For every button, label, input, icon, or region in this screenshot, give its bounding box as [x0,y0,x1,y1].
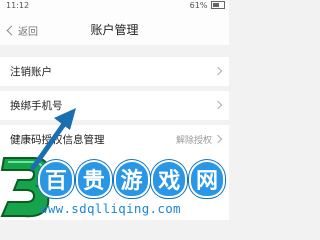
row-value: 解除授权 [175,136,212,146]
battery-percent: 61% [189,1,208,10]
row-cancel-account[interactable]: 注销账户 [0,57,229,86]
chevron-right-icon [213,66,223,76]
row-change-phone[interactable]: 换绑手机号 [0,91,229,120]
watermark-title: 百 贵 游 戏 网 [40,162,229,198]
watermark-char: 贵 [77,162,110,196]
status-time: 11:12 [6,1,30,10]
watermark-url: www.sdqlliqing.com [40,201,181,216]
nav-bar: 返回 账户管理 [0,13,229,45]
page-title: 账户管理 [90,23,139,37]
row-label: 健康码授权信息管理 [10,134,105,146]
row-label: 注销账户 [10,66,52,78]
watermark-char: 游 [115,162,148,196]
status-bar: 11:12 61% [0,0,229,13]
watermark-char: 戏 [153,162,186,196]
chevron-right-icon [213,134,223,144]
row-label: 换绑手机号 [10,100,63,112]
watermark-banner: 百 贵 游 戏 网 www.sdqlliqing.com [0,152,229,220]
battery-icon [211,1,225,9]
watermark-char: 网 [191,162,223,196]
chevron-right-icon [213,100,223,110]
watermark-char: 百 [40,162,72,196]
row-health-code-auth[interactable]: 健康码授权信息管理 解除授权 [0,125,229,154]
status-icons: 61% [190,1,225,10]
